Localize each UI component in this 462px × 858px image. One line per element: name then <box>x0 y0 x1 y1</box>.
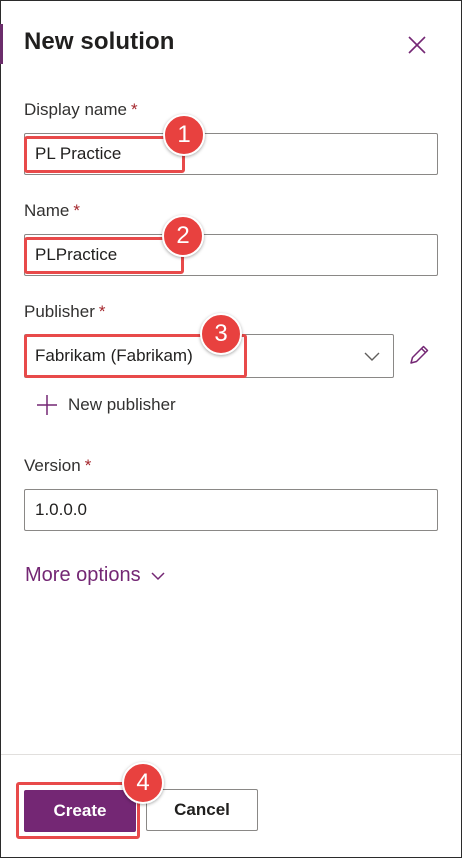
new-publisher-button[interactable]: New publisher <box>36 392 176 418</box>
panel-edge-accent <box>0 24 3 64</box>
create-button[interactable]: Create <box>24 790 136 832</box>
publisher-selected-value: Fabrikam (Fabrikam) <box>35 346 193 365</box>
plus-icon <box>37 395 57 415</box>
chevron-down-icon <box>151 571 165 580</box>
publisher-label: Publisher * <box>24 302 106 321</box>
required-marker: * <box>98 302 106 321</box>
required-marker: * <box>84 456 92 475</box>
version-label: Version * <box>24 456 92 475</box>
callout-badge-3: 3 <box>200 313 242 355</box>
version-input[interactable]: 1.0.0.0 <box>24 489 438 531</box>
callout-badge-1: 1 <box>163 114 205 156</box>
dialog-panel <box>0 0 462 858</box>
more-options-label: More options <box>25 564 141 586</box>
callout-badge-2: 2 <box>162 215 204 257</box>
footer-divider <box>1 754 461 755</box>
chevron-down-icon <box>364 352 380 361</box>
name-input[interactable]: PLPractice <box>24 234 438 276</box>
new-publisher-label: New publisher <box>68 395 176 414</box>
callout-badge-4: 4 <box>122 762 164 804</box>
name-label: Name * <box>24 201 80 220</box>
display-name-label: Display name * <box>24 100 138 119</box>
required-marker: * <box>131 100 138 119</box>
display-name-input[interactable]: PL Practice <box>24 133 438 175</box>
dialog-title: New solution <box>24 28 175 55</box>
cancel-button[interactable]: Cancel <box>146 789 258 831</box>
edit-pencil-icon[interactable] <box>406 342 432 368</box>
required-marker: * <box>73 201 80 220</box>
close-icon[interactable] <box>404 32 430 58</box>
more-options-toggle[interactable]: More options <box>25 564 166 587</box>
